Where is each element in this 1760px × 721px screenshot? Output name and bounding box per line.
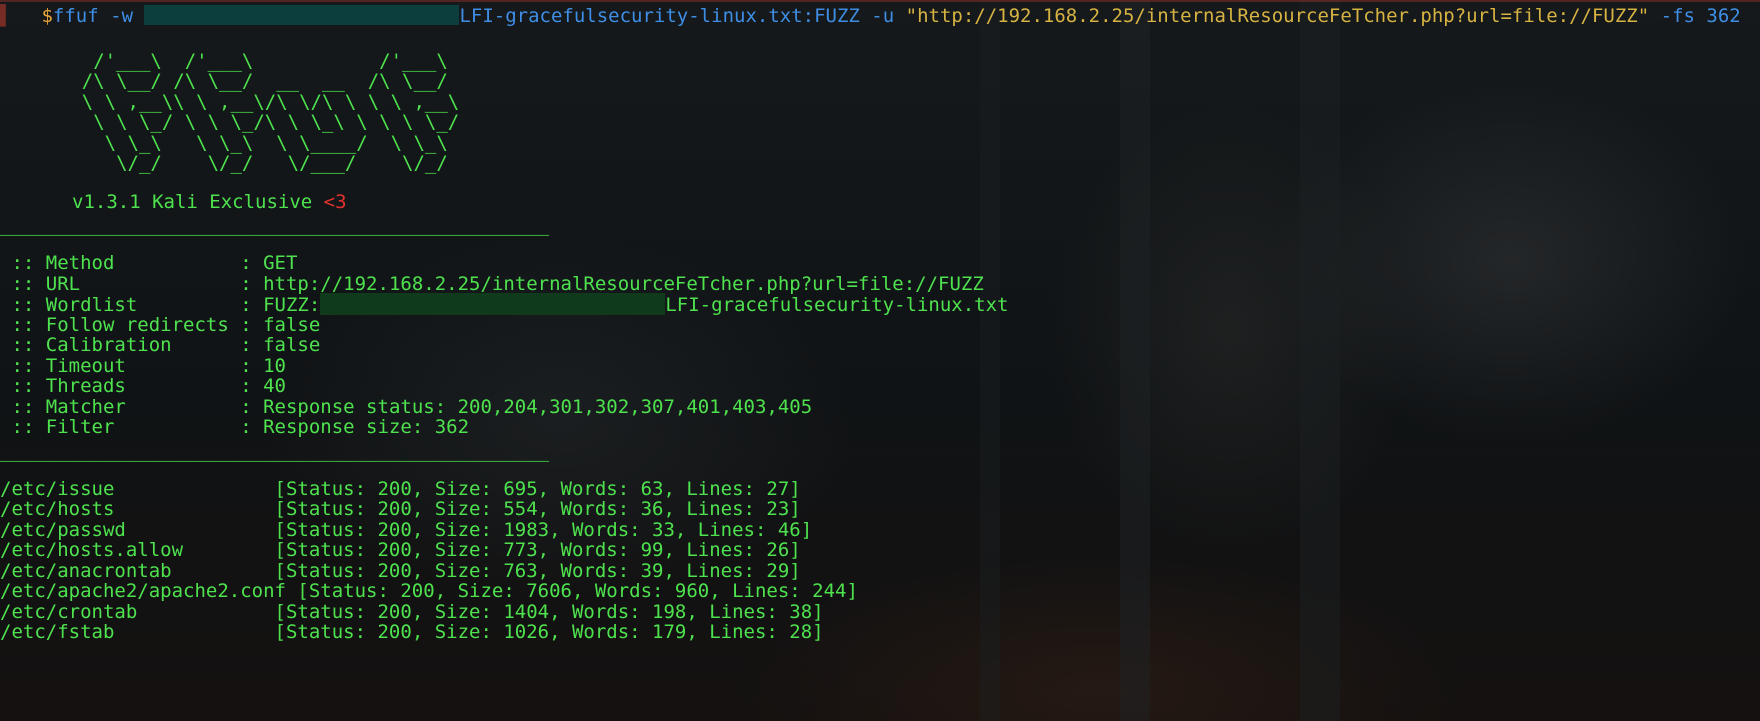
url-flag: -u [871, 5, 895, 27]
config-row-calibration: :: Calibration : false [0, 334, 321, 356]
config-key: :: Wordlist [0, 294, 241, 316]
config-key: :: Timeout [0, 355, 241, 377]
previous-line-fragment [0, 0, 1760, 2]
separator-line: ________________________________________… [0, 440, 550, 462]
config-row-threads: :: Threads : 40 [0, 375, 286, 397]
filter-size-value: 362 [1706, 5, 1741, 27]
terminal-window[interactable]: ▌ $ffuf -w LFI-gracefulsecurity-linux.txt… [0, 0, 1760, 721]
result-stats: [Status: 200, Size: 763, Words: 39, Line… [274, 560, 801, 582]
separator-line: ________________________________________… [0, 214, 550, 236]
result-path: /etc/anacrontab [0, 560, 275, 582]
config-value: GET [263, 252, 298, 274]
result-path: /etc/fstab [0, 621, 275, 643]
result-stats: [Status: 200, Size: 7606, Words: 960, Li… [297, 580, 858, 602]
config-value: false [263, 314, 321, 336]
result-row: /etc/fstab [Status: 200, Size: 1026, Wor… [0, 621, 824, 644]
prompt-symbol: $ [41, 5, 53, 27]
config-key: :: Threads [0, 375, 241, 397]
config-value: false [263, 334, 321, 356]
wordlist-flag: -w [110, 5, 134, 27]
config-key: :: Filter [0, 416, 241, 438]
config-value-suffix: LFI-gracefulsecurity-linux.txt [665, 294, 1009, 316]
config-key: :: Calibration [0, 334, 241, 356]
banner-art-line: \ \ \_/ \ \ \_/\ \ \_\ \ \ \ \_/ [36, 111, 460, 133]
result-row: /etc/hosts [Status: 200, Size: 554, Word… [0, 498, 801, 521]
banner-art-line: /\ \__/ /\ \__/ __ __ /\ \__/ [36, 70, 448, 92]
config-value: FUZZ: [263, 294, 321, 316]
result-path: /etc/apache2/apache2.conf [0, 580, 298, 602]
result-path: /etc/hosts.allow [0, 539, 275, 561]
config-value: Response status: 200,204,301,302,307,401… [263, 396, 813, 418]
config-value: 40 [263, 375, 286, 397]
url-argument: "http://192.168.2.25/internalResourceFeT… [905, 5, 1650, 27]
config-key: :: URL [0, 273, 241, 295]
result-stats: [Status: 200, Size: 1404, Words: 198, Li… [274, 601, 824, 623]
result-stats: [Status: 200, Size: 773, Words: 99, Line… [274, 539, 801, 561]
config-value: 10 [263, 355, 286, 377]
command-line: ▌ $ffuf -w LFI-gracefulsecurity-linux.txt… [0, 5, 1741, 27]
result-stats: [Status: 200, Size: 1983, Words: 33, Lin… [274, 519, 813, 541]
config-key: :: Matcher [0, 396, 241, 418]
config-key: :: Follow redirects [0, 314, 241, 336]
filter-size-flag: -fs [1660, 5, 1695, 27]
result-stats: [Status: 200, Size: 695, Words: 63, Line… [274, 478, 801, 500]
redacted-path [144, 5, 460, 25]
result-path: /etc/hosts [0, 498, 275, 520]
version-line: v1.3.1 Kali Exclusive <3 [72, 191, 347, 214]
result-row: /etc/apache2/apache2.conf [Status: 200, … [0, 580, 858, 603]
result-path: /etc/passwd [0, 519, 275, 541]
config-value: Response size: 362 [263, 416, 470, 438]
config-value: http://192.168.2.25/internalResourceFeTc… [263, 273, 984, 295]
result-stats: [Status: 200, Size: 1026, Words: 179, Li… [274, 621, 824, 643]
config-key: :: Method [0, 252, 241, 274]
result-path: /etc/issue [0, 478, 275, 500]
result-stats: [Status: 200, Size: 554, Words: 36, Line… [274, 498, 801, 520]
wordlist-argument: LFI-gracefulsecurity-linux.txt:FUZZ [459, 5, 860, 27]
config-row-filter: :: Filter : Response size: 362 [0, 416, 470, 438]
heart-text: <3 [323, 191, 347, 213]
result-path: /etc/crontab [0, 601, 275, 623]
command-program: ffuf [52, 5, 99, 27]
banner-art-line: \/_/ \/_/ \/___/ \/_/ [36, 152, 448, 174]
redacted-path [320, 293, 666, 315]
config-row-method: :: Method : GET [0, 252, 298, 274]
version-text: v1.3.1 Kali Exclusive [72, 191, 313, 213]
result-row: /etc/hosts.allow [Status: 200, Size: 773… [0, 539, 801, 562]
